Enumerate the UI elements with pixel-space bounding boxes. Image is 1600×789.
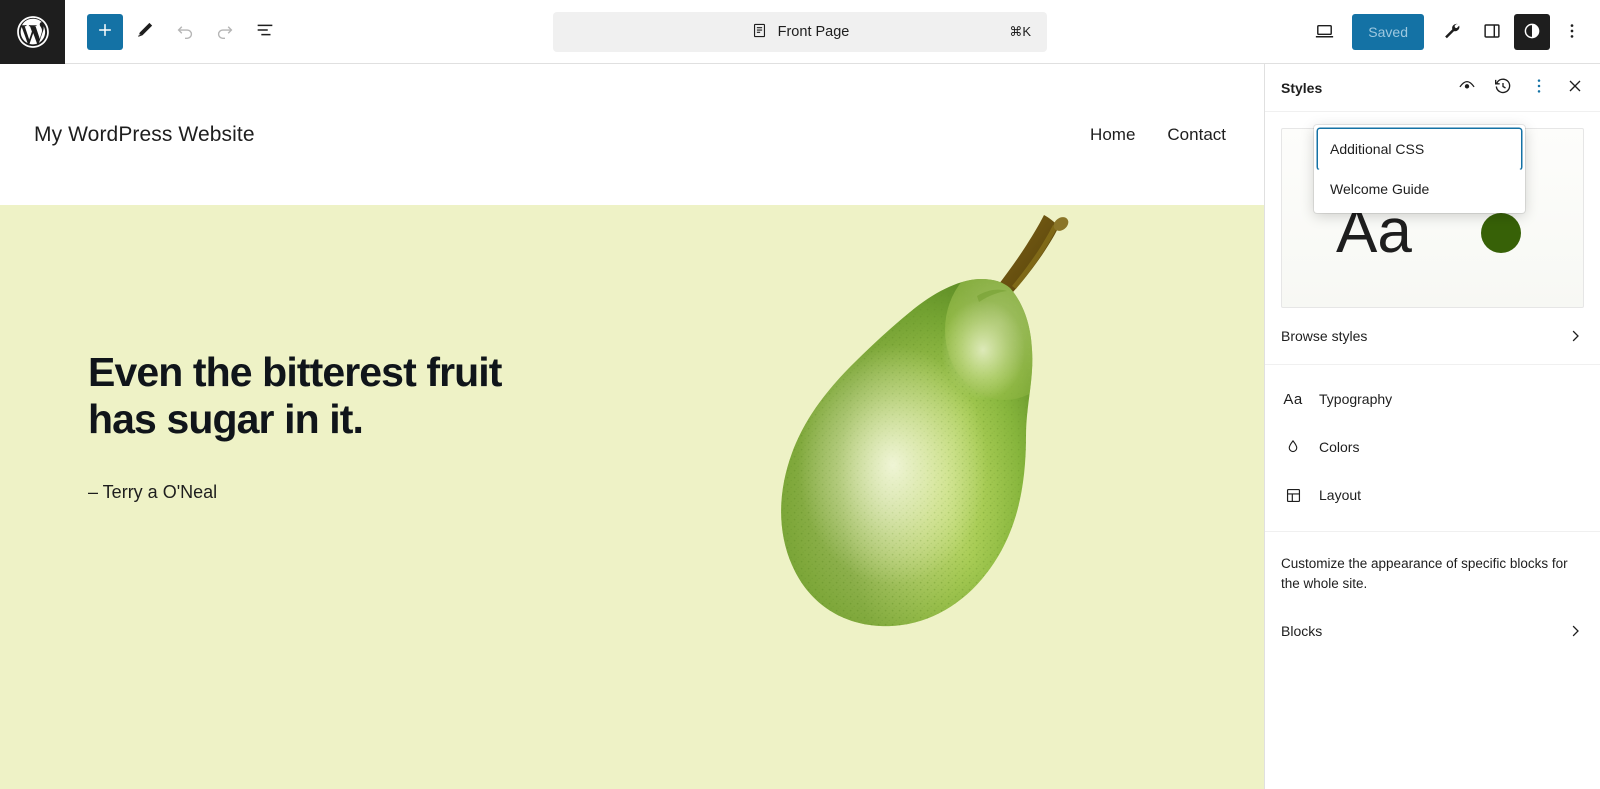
- browse-styles-row[interactable]: Browse styles: [1281, 308, 1584, 364]
- sidebar-panel-icon: [1481, 20, 1503, 45]
- layout-icon: [1281, 486, 1305, 505]
- styles-more-menu-dropdown: Additional CSS Welcome Guide: [1314, 125, 1525, 213]
- list-view-icon: [254, 19, 276, 44]
- command-bar-button[interactable]: Front Page ⌘K: [553, 12, 1047, 52]
- command-bar-title: Front Page: [777, 24, 850, 40]
- blocks-label: Blocks: [1281, 622, 1323, 639]
- hero-section[interactable]: Even the bitterest fruit has sugar in it…: [0, 205, 1264, 789]
- sidebar-item-layout[interactable]: Layout: [1281, 471, 1584, 519]
- hero-quote-line-1: Even the bitterest fruit: [88, 349, 502, 395]
- more-vertical-icon: [1562, 21, 1582, 44]
- undo-button[interactable]: [167, 14, 203, 50]
- styles-panel-header: Styles: [1265, 64, 1600, 112]
- undo-icon: [174, 19, 196, 44]
- page-icon: [751, 22, 768, 43]
- nav-link-contact[interactable]: Contact: [1167, 125, 1226, 145]
- sidebar-item-label: Typography: [1319, 391, 1393, 407]
- site-navigation: Home Contact: [1090, 125, 1230, 145]
- wordpress-icon: [14, 13, 52, 51]
- toolbar-right-tools: Saved: [1306, 0, 1590, 64]
- blocks-row[interactable]: Blocks: [1281, 603, 1584, 659]
- hero-attribution[interactable]: – Terry a O'Neal: [88, 482, 568, 503]
- plus-icon: [95, 20, 115, 43]
- toolbar-left-tools: [65, 13, 283, 50]
- browse-styles-label: Browse styles: [1281, 328, 1368, 344]
- styles-toggle-button[interactable]: [1514, 14, 1550, 50]
- revisions-button[interactable]: [1486, 71, 1520, 105]
- list-view-button[interactable]: [247, 14, 283, 50]
- hero-quote[interactable]: Even the bitterest fruit has sugar in it…: [88, 349, 568, 442]
- nav-link-home[interactable]: Home: [1090, 125, 1135, 145]
- hero-quote-line-2: has sugar in it.: [88, 395, 364, 442]
- styles-panel-actions: [1450, 71, 1592, 105]
- styles-panel-title: Styles: [1281, 79, 1323, 96]
- device-preview-button[interactable]: [1306, 14, 1342, 50]
- save-button[interactable]: Saved: [1352, 14, 1424, 50]
- wrench-icon: [1441, 20, 1463, 45]
- chevron-right-icon: [1566, 622, 1584, 640]
- laptop-icon: [1313, 19, 1336, 45]
- menu-item-welcome-guide[interactable]: Welcome Guide: [1318, 169, 1521, 209]
- blocks-description: Customize the appearance of specific blo…: [1281, 556, 1568, 592]
- redo-icon: [214, 19, 236, 44]
- sidebar-item-label: Layout: [1319, 487, 1362, 503]
- sidebar-item-typography[interactable]: Aa Typography: [1281, 375, 1584, 423]
- eye-icon: [1457, 76, 1477, 99]
- sidebar-item-label: Colors: [1319, 439, 1360, 455]
- pencil-icon: [134, 19, 156, 44]
- editor-toolbar: Front Page ⌘K Saved: [0, 0, 1600, 64]
- hero-text-block: Even the bitterest fruit has sugar in it…: [88, 349, 568, 503]
- sidebar-item-colors[interactable]: Colors: [1281, 423, 1584, 471]
- typography-icon: Aa: [1283, 390, 1303, 408]
- redo-button[interactable]: [207, 14, 243, 50]
- close-styles-button[interactable]: [1558, 71, 1592, 105]
- style-book-button[interactable]: [1450, 71, 1484, 105]
- edit-tool-button[interactable]: [127, 14, 163, 50]
- close-icon: [1565, 76, 1585, 99]
- site-header: My WordPress Website Home Contact: [0, 64, 1264, 205]
- more-options-button[interactable]: [1554, 14, 1590, 50]
- settings-sidebar-button[interactable]: [1474, 14, 1510, 50]
- more-vertical-icon: [1529, 76, 1549, 99]
- command-center: Front Page ⌘K: [553, 12, 1047, 52]
- revisions-icon: [1493, 76, 1513, 99]
- site-editor-canvas[interactable]: My WordPress Website Home Contact Even t…: [0, 64, 1264, 789]
- droplet-icon: [1281, 438, 1305, 456]
- command-bar-shortcut: ⌘K: [1009, 24, 1031, 39]
- pear-image[interactable]: [765, 210, 1090, 680]
- site-title[interactable]: My WordPress Website: [34, 123, 255, 147]
- menu-item-additional-css[interactable]: Additional CSS: [1318, 129, 1521, 169]
- style-preview-color-swatch: [1481, 213, 1521, 253]
- chevron-right-icon: [1566, 327, 1584, 345]
- add-block-button[interactable]: [87, 13, 123, 50]
- settings-tools-button[interactable]: [1434, 14, 1470, 50]
- styles-more-menu-button[interactable]: [1522, 71, 1556, 105]
- wordpress-logo-button[interactable]: [0, 0, 65, 64]
- styles-contrast-icon: [1521, 20, 1543, 45]
